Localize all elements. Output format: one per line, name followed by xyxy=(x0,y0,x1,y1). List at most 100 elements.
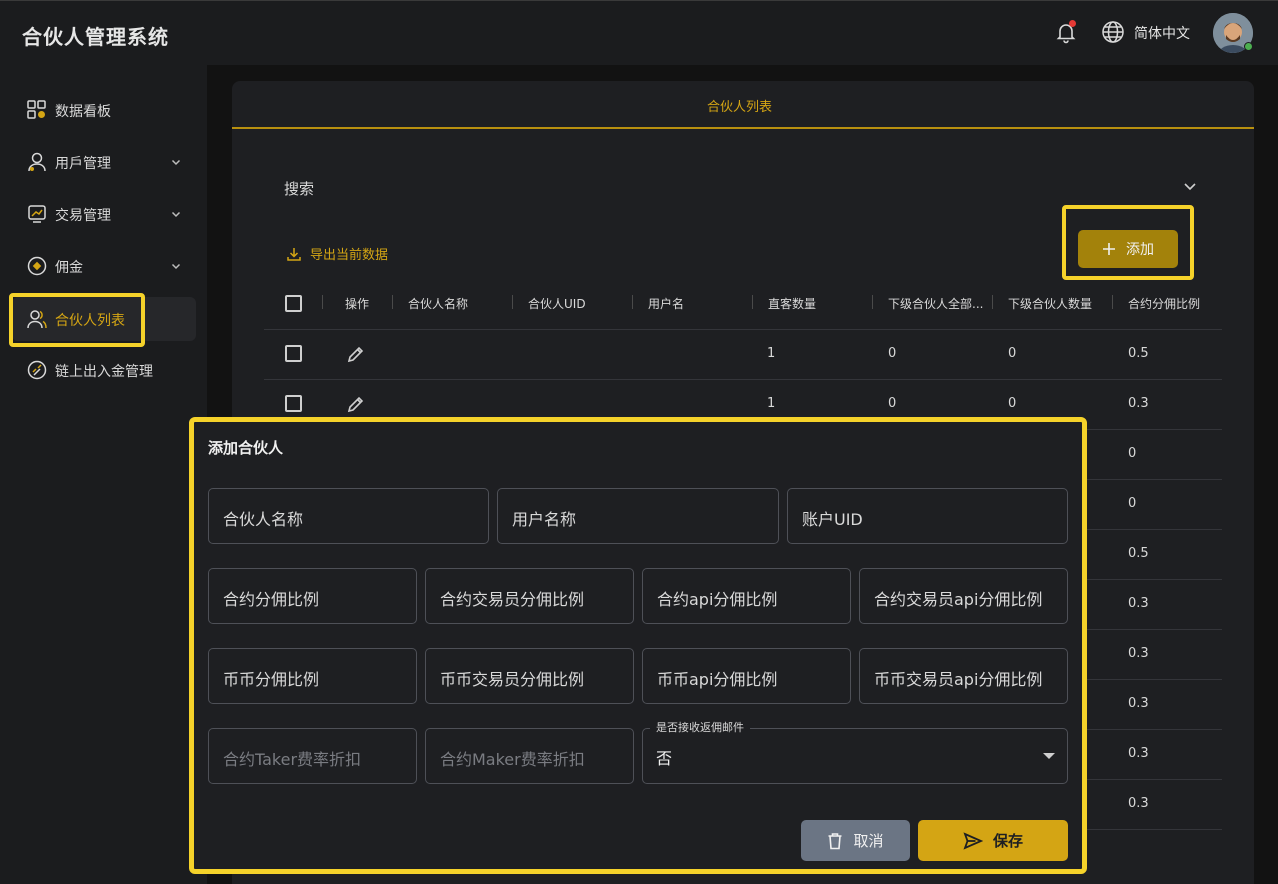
field-label: 币币交易员api分佣比例 xyxy=(874,670,1043,689)
trade-icon xyxy=(28,205,46,223)
user-name-field[interactable]: 用户名称 xyxy=(497,488,779,544)
export-label: 导出当前数据 xyxy=(310,248,389,263)
sidebar-item-users[interactable]: 用戶管理 xyxy=(12,140,196,184)
field-label: 合伙人名称 xyxy=(223,510,304,529)
tab-underline xyxy=(232,127,1254,129)
row-divider xyxy=(264,379,1222,380)
column-header[interactable]: 合伙人名称 xyxy=(408,295,498,312)
edit-icon[interactable] xyxy=(346,394,366,414)
field-label: 合约api分佣比例 xyxy=(657,590,778,609)
spot-trader-api-ratio-field[interactable]: 币币交易员api分佣比例 xyxy=(859,648,1068,704)
column-separator xyxy=(752,295,753,309)
column-header[interactable]: 下级合伙人全部... xyxy=(888,295,988,312)
download-icon xyxy=(287,247,301,261)
sidebar-item-onchain[interactable]: 链上出入金管理 xyxy=(12,348,196,392)
contract-trader-ratio-field[interactable]: 合约交易员分佣比例 xyxy=(425,568,634,624)
cell-contract-ratio: 0.3 xyxy=(1128,696,1149,711)
sidebar-item-label: 佣金 xyxy=(55,260,83,276)
spot-trader-ratio-field[interactable]: 币币交易员分佣比例 xyxy=(425,648,634,704)
cell-all-sub-partners: 0 xyxy=(888,396,897,411)
dropdown-caret-icon[interactable] xyxy=(1043,753,1055,759)
sidebar-item-label: 交易管理 xyxy=(55,208,111,224)
add-button-highlight xyxy=(1062,205,1194,280)
select-value: 否 xyxy=(656,749,673,768)
user-icon xyxy=(28,152,46,172)
app-title: 合伙人管理系统 xyxy=(22,25,169,49)
row-checkbox[interactable] xyxy=(285,395,302,412)
cell-contract-ratio: 0.5 xyxy=(1128,546,1149,561)
send-icon xyxy=(963,831,983,850)
cell-contract-ratio: 0.3 xyxy=(1128,596,1149,611)
chain-icon xyxy=(27,360,47,380)
maker-discount-field[interactable]: 合约Maker费率折扣 xyxy=(425,728,634,784)
column-separator xyxy=(322,295,323,309)
notification-dot xyxy=(1069,20,1076,27)
dashboard-icon xyxy=(27,100,46,119)
column-separator xyxy=(512,295,513,309)
cell-contract-ratio: 0.5 xyxy=(1128,346,1149,361)
partner-name-field[interactable]: 合伙人名称 xyxy=(208,488,489,544)
sidebar-item-label: 用戶管理 xyxy=(55,156,111,172)
chevron-down-icon xyxy=(171,211,181,218)
cell-sub-partners: 0 xyxy=(1008,396,1017,411)
export-button[interactable]: 导出当前数据 xyxy=(286,244,388,263)
edit-icon[interactable] xyxy=(346,344,366,364)
column-separator xyxy=(392,295,393,309)
cell-all-sub-partners: 0 xyxy=(888,346,897,361)
row-checkbox[interactable] xyxy=(285,345,302,362)
field-label: 币币交易员分佣比例 xyxy=(440,670,585,689)
column-header[interactable]: 合约分佣比例 xyxy=(1128,295,1218,312)
save-label: 保存 xyxy=(992,832,1023,850)
column-separator xyxy=(632,295,633,309)
tab-partner-list[interactable]: 合伙人列表 xyxy=(707,96,772,115)
chevron-down-icon xyxy=(171,159,181,166)
field-label: 账户UID xyxy=(802,510,863,529)
cell-contract-ratio: 0 xyxy=(1128,446,1137,461)
cell-contract-ratio: 0.3 xyxy=(1128,746,1149,761)
cell-contract-ratio: 0 xyxy=(1128,496,1137,511)
sidebar xyxy=(0,65,207,884)
spot-ratio-field[interactable]: 币币分佣比例 xyxy=(208,648,417,704)
select-all-checkbox[interactable] xyxy=(285,295,302,312)
sidebar-item-label: 数据看板 xyxy=(55,104,111,120)
field-label: 合约Maker费率折扣 xyxy=(440,750,585,769)
column-header[interactable]: 下级合伙人数量 xyxy=(1008,295,1108,312)
taker-discount-field[interactable]: 合约Taker费率折扣 xyxy=(208,728,417,784)
column-header[interactable]: 用户名 xyxy=(648,295,738,312)
chevron-down-icon xyxy=(171,263,181,270)
column-separator xyxy=(1112,295,1113,309)
sidebar-item-dashboard[interactable]: 数据看板 xyxy=(12,88,196,132)
chevron-down-icon[interactable] xyxy=(1182,180,1198,194)
online-status-dot xyxy=(1244,42,1253,51)
cell-contract-ratio: 0.3 xyxy=(1128,796,1149,811)
contract-trader-api-ratio-field[interactable]: 合约交易员api分佣比例 xyxy=(859,568,1068,624)
column-header[interactable]: 合伙人UID xyxy=(528,295,618,312)
contract-ratio-field[interactable]: 合约分佣比例 xyxy=(208,568,417,624)
field-label: 币币api分佣比例 xyxy=(657,670,778,689)
partners-nav-highlight xyxy=(9,293,145,347)
cell-contract-ratio: 0.3 xyxy=(1128,396,1149,411)
dialog-title: 添加合伙人 xyxy=(208,439,284,457)
cell-direct-clients: 1 xyxy=(767,396,776,411)
contract-api-ratio-field[interactable]: 合约api分佣比例 xyxy=(642,568,851,624)
sidebar-item-commission[interactable]: 佣金 xyxy=(12,244,196,288)
cancel-button[interactable]: 取消 xyxy=(801,820,910,861)
field-label: 合约Taker费率折扣 xyxy=(223,750,362,769)
search-panel-title[interactable]: 搜索 xyxy=(284,178,314,199)
cancel-label: 取消 xyxy=(853,832,884,850)
add-partner-dialog xyxy=(189,417,1087,874)
globe-icon[interactable] xyxy=(1101,20,1125,44)
cell-direct-clients: 1 xyxy=(767,346,776,361)
field-label: 合约交易员api分佣比例 xyxy=(874,590,1043,609)
column-header[interactable]: 操作 xyxy=(345,295,385,312)
field-label: 币币分佣比例 xyxy=(223,670,320,689)
account-uid-field[interactable]: 账户UID xyxy=(787,488,1068,544)
select-label: 是否接收返佣邮件 xyxy=(650,719,750,735)
spot-api-ratio-field[interactable]: 币币api分佣比例 xyxy=(642,648,851,704)
column-separator xyxy=(992,295,993,309)
column-header[interactable]: 直客数量 xyxy=(768,295,858,312)
language-selector[interactable]: 简体中文 xyxy=(1134,23,1190,43)
sidebar-item-trading[interactable]: 交易管理 xyxy=(12,192,196,236)
rebate-email-select[interactable] xyxy=(642,728,1068,784)
save-button[interactable]: 保存 xyxy=(918,820,1068,861)
